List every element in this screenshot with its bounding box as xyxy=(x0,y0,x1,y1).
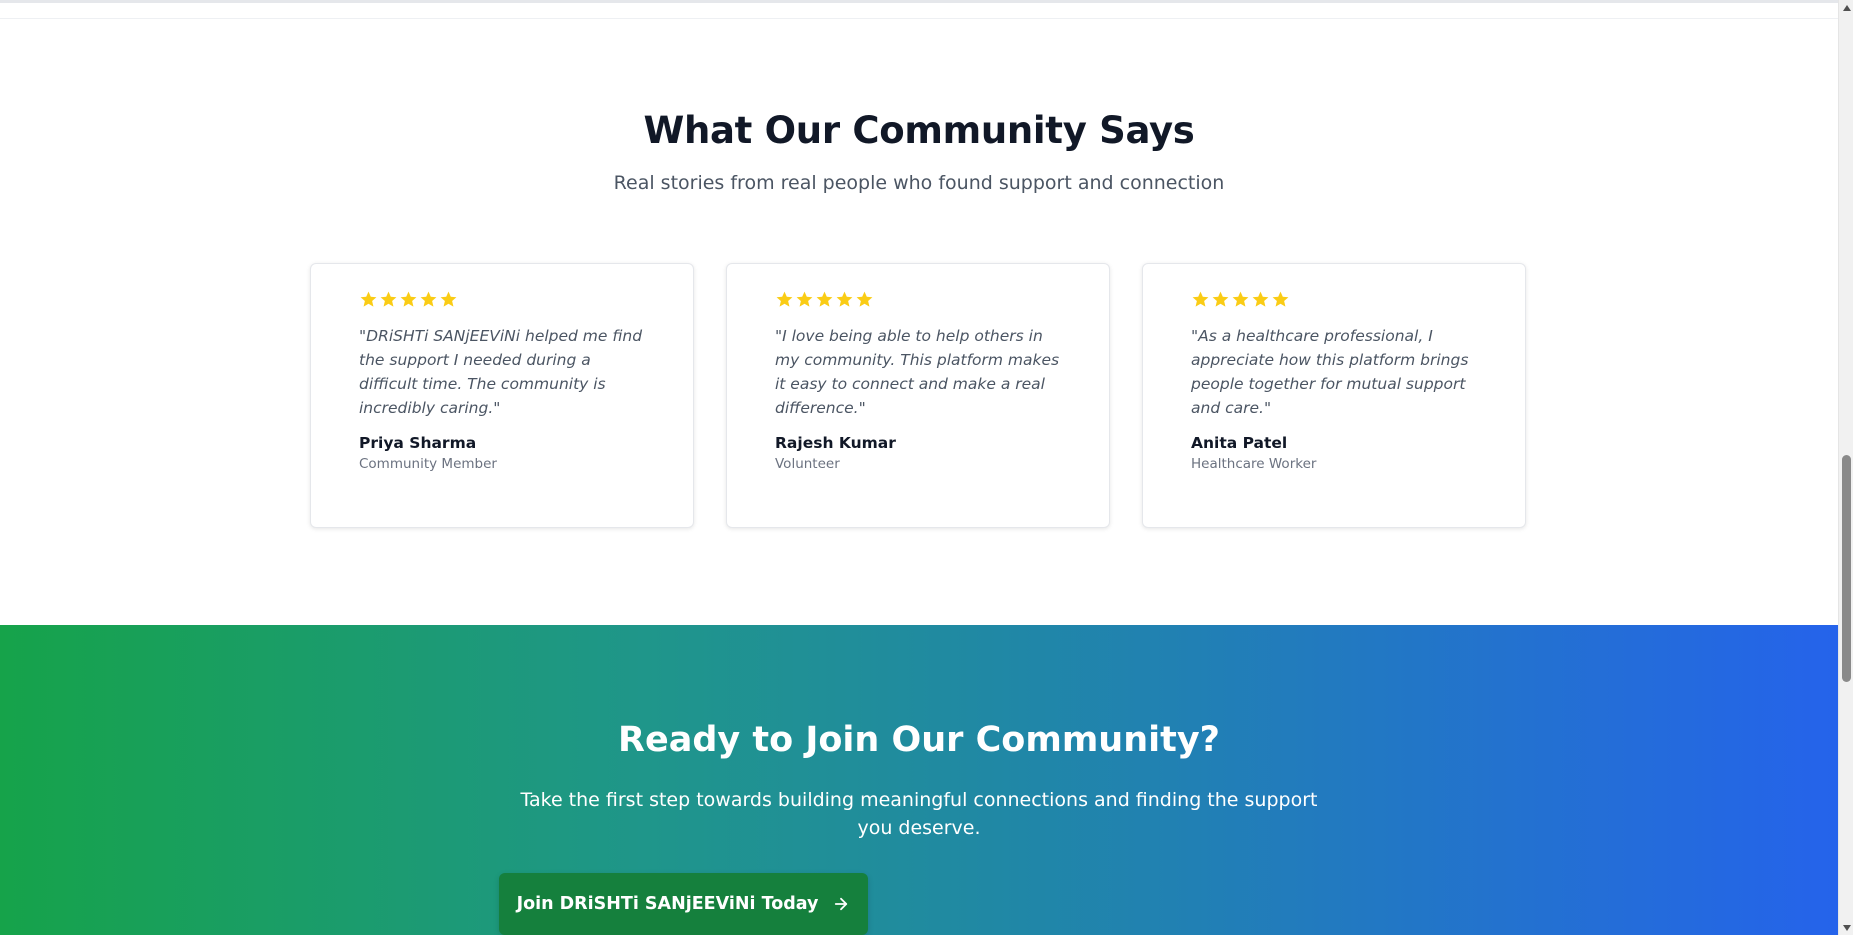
star-icon xyxy=(1271,290,1290,309)
cta-title: Ready to Join Our Community? xyxy=(618,720,1220,760)
scrollbar-thumb[interactable] xyxy=(1842,455,1851,682)
testimonial-card: "As a healthcare professional, I appreci… xyxy=(1142,263,1526,528)
star-icon xyxy=(835,290,854,309)
star-icon xyxy=(775,290,794,309)
star-icon xyxy=(439,290,458,309)
page: What Our Community Says Real stories fro… xyxy=(0,0,1838,935)
testimonial-role: Community Member xyxy=(359,456,497,472)
star-icon xyxy=(1191,290,1210,309)
star-icon xyxy=(855,290,874,309)
testimonial-role: Healthcare Worker xyxy=(1191,456,1317,472)
star-icon xyxy=(399,290,418,309)
testimonial-author: Anita Patel xyxy=(1191,434,1288,452)
cta-text: Take the first step towards building mea… xyxy=(520,789,1318,839)
star-rating xyxy=(359,286,645,312)
testimonial-author: Priya Sharma xyxy=(359,434,477,452)
star-icon xyxy=(359,290,378,309)
star-icon xyxy=(1231,290,1250,309)
section-subtitle: Real stories from real people who found … xyxy=(613,172,1225,194)
testimonials-section: What Our Community Says Real stories fro… xyxy=(0,19,1838,625)
testimonial-card: "I love being able to help others in my … xyxy=(726,263,1110,528)
star-icon xyxy=(795,290,814,309)
testimonial-quote: "I love being able to help others in my … xyxy=(775,327,1060,417)
join-button-label: Join DRiSHTi SANjEEViNi Today xyxy=(516,894,819,914)
section-title: What Our Community Says xyxy=(643,109,1195,152)
join-button[interactable]: Join DRiSHTi SANjEEViNi Today xyxy=(499,873,868,935)
star-icon xyxy=(815,290,834,309)
testimonial-author: Rajesh Kumar xyxy=(775,434,896,452)
star-icon xyxy=(419,290,438,309)
testimonial-role: Volunteer xyxy=(775,456,840,472)
star-icon xyxy=(1211,290,1230,309)
star-icon xyxy=(1251,290,1270,309)
previous-section-edge xyxy=(0,0,1838,19)
scroll-up-arrow-icon[interactable] xyxy=(1839,0,1853,15)
testimonial-quote: "DRiSHTi SANjEEViNi helped me find the s… xyxy=(359,327,643,417)
cta-section: Ready to Join Our Community? Take the fi… xyxy=(0,625,1838,935)
star-rating xyxy=(775,286,1061,312)
testimonial-quote: "As a healthcare professional, I appreci… xyxy=(1191,327,1469,417)
arrow-right-icon xyxy=(832,895,850,913)
testimonial-card: "DRiSHTi SANjEEViNi helped me find the s… xyxy=(310,263,694,528)
star-icon xyxy=(379,290,398,309)
star-rating xyxy=(1191,286,1477,312)
vertical-scrollbar[interactable] xyxy=(1838,0,1853,935)
scroll-down-arrow-icon[interactable] xyxy=(1839,920,1853,935)
